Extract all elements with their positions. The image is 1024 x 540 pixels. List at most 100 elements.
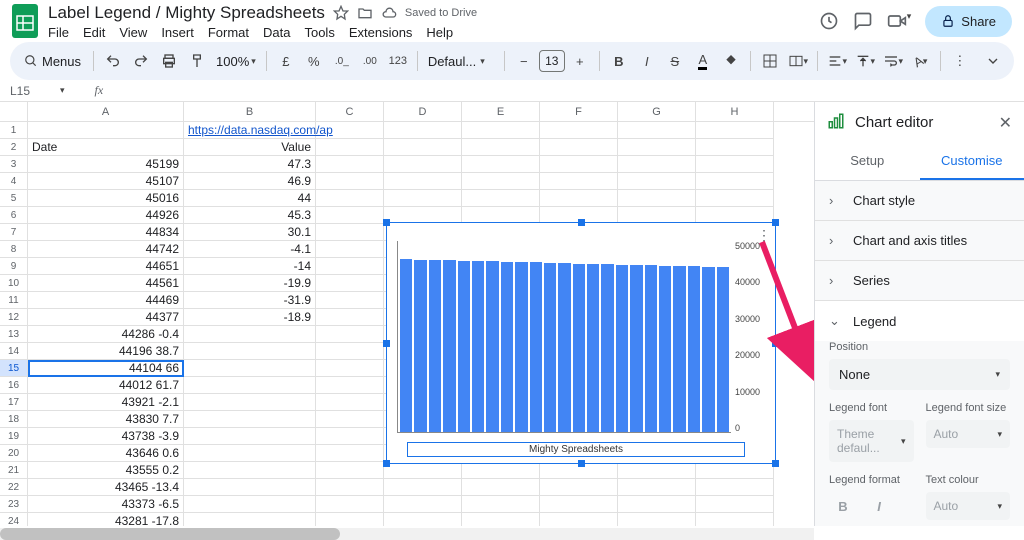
resize-handle[interactable] (578, 460, 585, 467)
increase-decimal-button[interactable]: .00 (357, 48, 383, 74)
row-header[interactable]: 15 (0, 360, 28, 377)
cell[interactable]: 44926 (28, 207, 184, 224)
cell[interactable] (384, 462, 462, 479)
cloud-saved-icon[interactable] (381, 5, 397, 21)
cell[interactable] (316, 343, 384, 360)
spreadsheet-grid[interactable]: A B C D E F G H 1https://data.nasdaq.com… (0, 102, 814, 526)
cell[interactable]: 45199 (28, 156, 184, 173)
cell[interactable] (316, 394, 384, 411)
cell[interactable] (462, 496, 540, 513)
cell[interactable] (316, 207, 384, 224)
row-header[interactable]: 1 (0, 122, 28, 139)
row-header[interactable]: 20 (0, 445, 28, 462)
resize-handle[interactable] (383, 219, 390, 226)
star-icon[interactable] (333, 5, 349, 21)
menu-format[interactable]: Format (208, 25, 249, 40)
cell[interactable] (184, 445, 316, 462)
col-header[interactable]: H (696, 102, 774, 121)
cell[interactable] (384, 156, 462, 173)
row-header[interactable]: 7 (0, 224, 28, 241)
cell[interactable] (618, 479, 696, 496)
cell[interactable] (462, 122, 540, 139)
row-header[interactable]: 11 (0, 292, 28, 309)
cell[interactable] (184, 360, 316, 377)
menu-file[interactable]: File (48, 25, 69, 40)
col-header[interactable]: E (462, 102, 540, 121)
cell[interactable] (316, 173, 384, 190)
cell[interactable]: 45107 (28, 173, 184, 190)
italic-button[interactable]: I (634, 48, 660, 74)
col-header[interactable]: C (316, 102, 384, 121)
cell[interactable] (540, 513, 618, 526)
cell[interactable] (316, 496, 384, 513)
cell[interactable]: 43555 0.2 (28, 462, 184, 479)
embedded-chart[interactable]: ⋮ 50000400003000020000100000 Mighty Spre… (386, 222, 776, 464)
fontsize-inc-button[interactable]: + (567, 48, 593, 74)
cell[interactable]: 44742 (28, 241, 184, 258)
row-header[interactable]: 4 (0, 173, 28, 190)
cell[interactable] (696, 496, 774, 513)
valign-button[interactable]: ▾ (852, 48, 878, 74)
cell[interactable] (696, 139, 774, 156)
cell[interactable] (184, 462, 316, 479)
cell[interactable] (462, 173, 540, 190)
cell[interactable] (384, 173, 462, 190)
zoom-select[interactable]: 100%▾ (212, 54, 260, 69)
row-header[interactable]: 9 (0, 258, 28, 275)
cell[interactable] (316, 139, 384, 156)
row-header[interactable]: 5 (0, 190, 28, 207)
row-header[interactable]: 10 (0, 275, 28, 292)
font-select[interactable]: Defaul...▾ (424, 54, 498, 69)
cell[interactable]: -14 (184, 258, 316, 275)
cell[interactable] (384, 122, 462, 139)
row-header[interactable]: 19 (0, 428, 28, 445)
row-header[interactable]: 6 (0, 207, 28, 224)
cell[interactable]: 43738 -3.9 (28, 428, 184, 445)
cell[interactable] (696, 513, 774, 526)
decrease-decimal-button[interactable]: .0_ (329, 48, 355, 74)
cell[interactable]: 44012 61.7 (28, 377, 184, 394)
fontsize-input[interactable]: 13 (539, 50, 565, 72)
cell[interactable] (316, 156, 384, 173)
cell[interactable] (184, 411, 316, 428)
paint-format-button[interactable] (184, 48, 210, 74)
tab-setup[interactable]: Setup (815, 143, 920, 180)
cell[interactable]: 46.9 (184, 173, 316, 190)
cell[interactable] (618, 156, 696, 173)
cell[interactable] (384, 479, 462, 496)
row-header[interactable]: 24 (0, 513, 28, 526)
tab-customise[interactable]: Customise (920, 143, 1024, 180)
row-header[interactable]: 22 (0, 479, 28, 496)
resize-handle[interactable] (383, 340, 390, 347)
menus-search[interactable]: Menus (18, 54, 87, 69)
row-header[interactable]: 8 (0, 241, 28, 258)
col-header[interactable]: B (184, 102, 316, 121)
cell[interactable] (316, 258, 384, 275)
cell[interactable] (618, 173, 696, 190)
cell[interactable] (316, 122, 384, 139)
legend-position-select[interactable]: None▾ (829, 359, 1010, 390)
cell[interactable] (696, 156, 774, 173)
cell[interactable] (540, 156, 618, 173)
cell[interactable]: 44377 (28, 309, 184, 326)
share-button[interactable]: Share (925, 6, 1012, 37)
cell[interactable] (316, 513, 384, 526)
cell[interactable]: 43646 0.6 (28, 445, 184, 462)
cell[interactable] (462, 479, 540, 496)
cell[interactable] (540, 173, 618, 190)
legend-textcolor-select[interactable]: Auto▾ (926, 492, 1011, 520)
resize-handle[interactable] (772, 340, 779, 347)
redo-button[interactable] (128, 48, 154, 74)
cell[interactable] (316, 224, 384, 241)
cell[interactable]: 30.1 (184, 224, 316, 241)
row-header[interactable]: 12 (0, 309, 28, 326)
cell[interactable] (462, 156, 540, 173)
close-icon[interactable]: ✕ (999, 113, 1012, 133)
text-color-button[interactable]: A (690, 48, 716, 74)
menu-insert[interactable]: Insert (161, 25, 194, 40)
cell[interactable] (28, 122, 184, 139)
cell[interactable] (184, 428, 316, 445)
cell[interactable] (384, 496, 462, 513)
section-chart-style[interactable]: ›Chart style (815, 181, 1024, 220)
cell[interactable] (696, 122, 774, 139)
